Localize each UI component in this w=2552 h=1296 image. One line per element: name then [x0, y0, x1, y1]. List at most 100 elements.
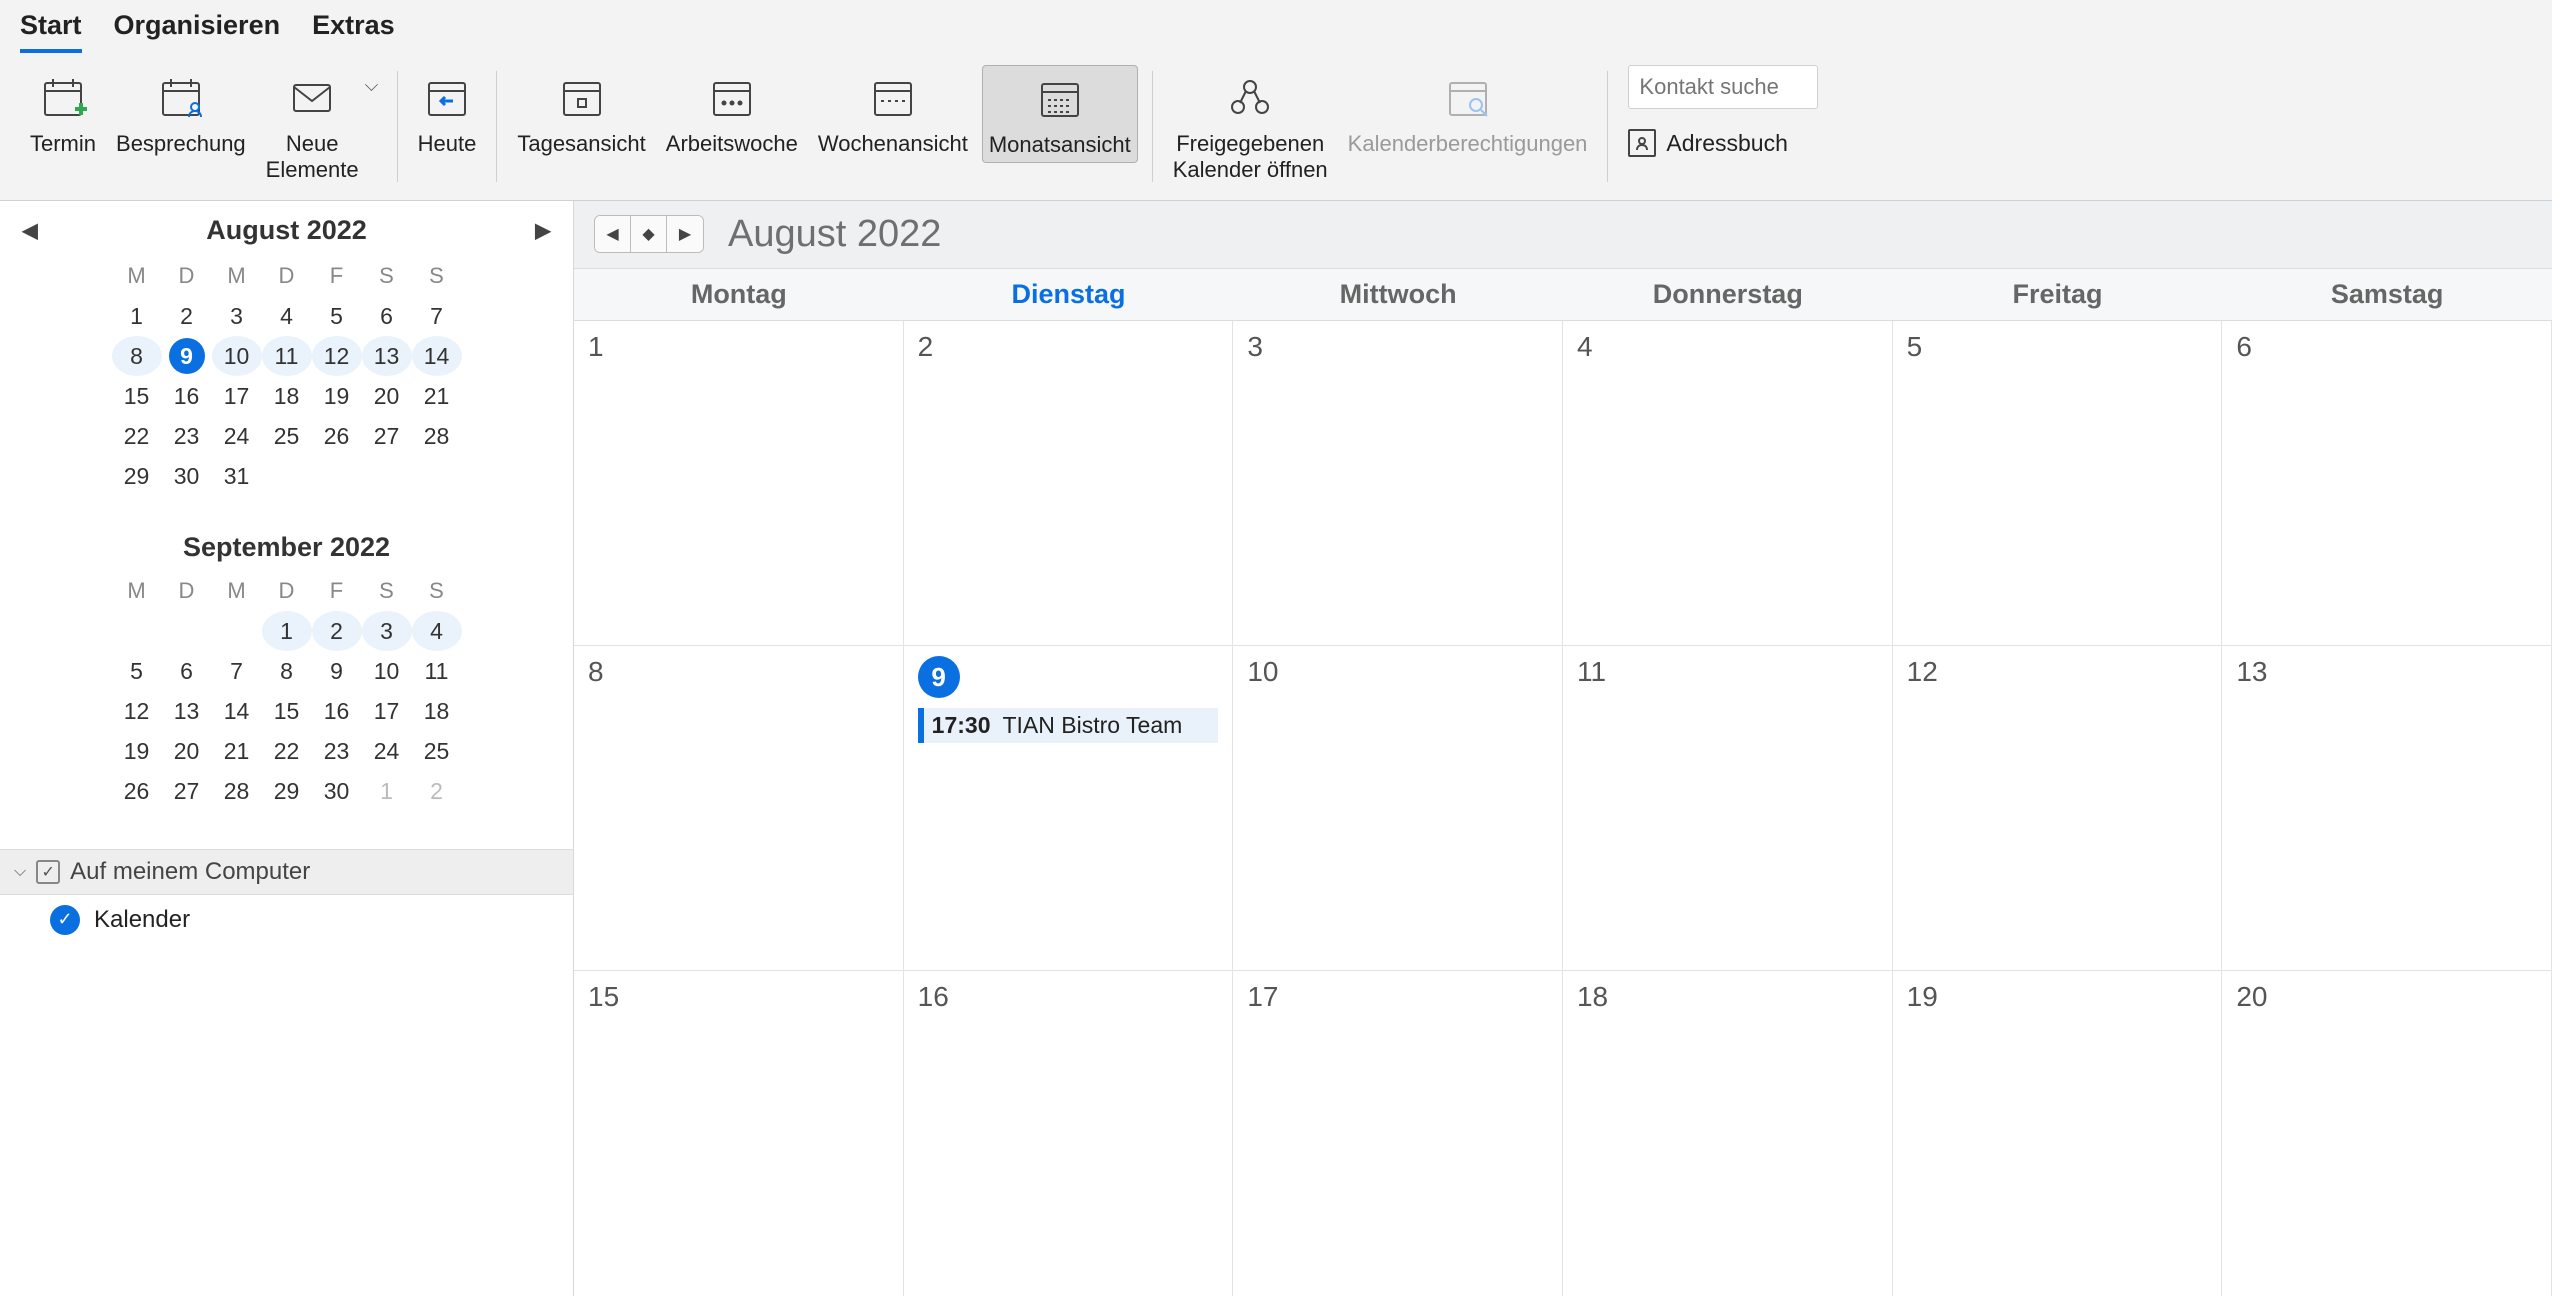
mini-day[interactable]: 17 — [362, 691, 412, 731]
month-cell[interactable]: 13 — [2222, 646, 2552, 971]
termin-button[interactable]: Termin — [24, 65, 102, 161]
mini-day[interactable]: 31 — [212, 456, 262, 496]
mini-day[interactable]: 26 — [112, 771, 162, 811]
mini-day[interactable]: 16 — [312, 691, 362, 731]
mini-day[interactable]: 25 — [262, 416, 312, 456]
nav-next-button[interactable]: ▶ — [667, 216, 703, 252]
mini-day[interactable]: 20 — [162, 731, 212, 771]
freigegebenen-button[interactable]: Freigegebenen Kalender öffnen — [1167, 65, 1334, 188]
mini-day[interactable]: 4 — [262, 296, 312, 336]
mini-day[interactable]: 29 — [112, 456, 162, 496]
mini-day[interactable]: 10 — [362, 651, 412, 691]
month-cell[interactable]: 917:30TIAN Bistro Team — [904, 646, 1234, 971]
mini-day[interactable]: 23 — [312, 731, 362, 771]
month-cell[interactable]: 19 — [1893, 971, 2223, 1296]
mini-day-other[interactable]: 2 — [412, 771, 462, 811]
mini-day[interactable]: 6 — [162, 651, 212, 691]
mini-day[interactable]: 10 — [212, 336, 262, 376]
mini-day[interactable]: 16 — [162, 376, 212, 416]
mini-day[interactable]: 1 — [262, 611, 312, 651]
tab-extras[interactable]: Extras — [312, 10, 395, 53]
month-cell[interactable]: 17 — [1233, 971, 1563, 1296]
tab-start[interactable]: Start — [20, 10, 82, 53]
monatsansicht-button[interactable]: Monatsansicht — [982, 65, 1138, 163]
month-cell[interactable]: 18 — [1563, 971, 1893, 1296]
tab-organisieren[interactable]: Organisieren — [114, 10, 281, 53]
heute-button[interactable]: Heute — [412, 65, 483, 161]
mini-day[interactable]: 30 — [162, 456, 212, 496]
nav-today-button[interactable]: ◆ — [631, 216, 667, 252]
calendar-event[interactable]: 17:30TIAN Bistro Team — [918, 708, 1219, 743]
mini-day[interactable]: 22 — [112, 416, 162, 456]
mini-day[interactable]: 21 — [412, 376, 462, 416]
mini-day[interactable]: 4 — [412, 611, 462, 651]
mini-day[interactable]: 21 — [212, 731, 262, 771]
mini-day[interactable]: 3 — [362, 611, 412, 651]
mini-day[interactable]: 24 — [212, 416, 262, 456]
contact-search-input[interactable] — [1628, 65, 1818, 109]
arbeitswoche-button[interactable]: Arbeitswoche — [660, 65, 804, 161]
month-cell[interactable]: 1 — [574, 321, 904, 646]
nav-prev-button[interactable]: ◀ — [595, 216, 631, 252]
mini-day[interactable]: 30 — [312, 771, 362, 811]
mini-day[interactable]: 15 — [112, 376, 162, 416]
mini-day[interactable]: 18 — [262, 376, 312, 416]
mini-next-button[interactable]: ▶ — [531, 218, 555, 243]
mini-day[interactable]: 17 — [212, 376, 262, 416]
mini-day[interactable]: 7 — [212, 651, 262, 691]
tagesansicht-button[interactable]: Tagesansicht — [511, 65, 651, 161]
mini-day[interactable]: 8 — [112, 336, 162, 376]
sidebar-section-computer[interactable]: ⌵ ✓ Auf meinem Computer — [0, 849, 573, 895]
mini-day[interactable]: 2 — [312, 611, 362, 651]
mini-day[interactable]: 26 — [312, 416, 362, 456]
sidebar-calendar-item[interactable]: ✓ Kalender — [0, 895, 573, 945]
month-cell[interactable]: 15 — [574, 971, 904, 1296]
mini-day[interactable]: 25 — [412, 731, 462, 771]
mini-day[interactable]: 28 — [412, 416, 462, 456]
mini-day[interactable]: 9 — [169, 338, 205, 374]
month-cell[interactable]: 16 — [904, 971, 1234, 1296]
mini-day[interactable]: 18 — [412, 691, 462, 731]
mini-day[interactable]: 19 — [112, 731, 162, 771]
month-cell[interactable]: 6 — [2222, 321, 2552, 646]
month-cell[interactable]: 4 — [1563, 321, 1893, 646]
adressbuch-button[interactable]: Adressbuch — [1628, 129, 1818, 157]
month-cell[interactable]: 10 — [1233, 646, 1563, 971]
month-cell[interactable]: 5 — [1893, 321, 2223, 646]
mini-day[interactable]: 27 — [362, 416, 412, 456]
mini-day[interactable]: 20 — [362, 376, 412, 416]
month-cell[interactable]: 12 — [1893, 646, 2223, 971]
section-checkbox[interactable]: ✓ — [36, 860, 60, 884]
month-cell[interactable]: 11 — [1563, 646, 1893, 971]
mini-day[interactable]: 5 — [112, 651, 162, 691]
mini-day[interactable]: 9 — [312, 651, 362, 691]
mini-day[interactable]: 11 — [262, 336, 312, 376]
month-cell[interactable]: 2 — [904, 321, 1234, 646]
mini-day[interactable]: 6 — [362, 296, 412, 336]
month-cell[interactable]: 3 — [1233, 321, 1563, 646]
month-cell[interactable]: 8 — [574, 646, 904, 971]
mini-day[interactable]: 15 — [262, 691, 312, 731]
mini-day[interactable]: 1 — [112, 296, 162, 336]
mini-prev-button[interactable]: ◀ — [18, 218, 42, 243]
mini-day[interactable]: 3 — [212, 296, 262, 336]
mini-day[interactable]: 28 — [212, 771, 262, 811]
mini-day[interactable]: 27 — [162, 771, 212, 811]
mini-day[interactable]: 12 — [312, 336, 362, 376]
mini-day[interactable]: 24 — [362, 731, 412, 771]
mini-day-other[interactable]: 1 — [362, 771, 412, 811]
neue-elemente-button[interactable]: Neue Elemente — [260, 65, 365, 188]
besprechung-button[interactable]: Besprechung — [110, 65, 252, 161]
mini-day[interactable]: 12 — [112, 691, 162, 731]
mini-day[interactable]: 14 — [212, 691, 262, 731]
wochenansicht-button[interactable]: Wochenansicht — [812, 65, 974, 161]
mini-day[interactable]: 7 — [412, 296, 462, 336]
mini-day[interactable]: 19 — [312, 376, 362, 416]
mini-day[interactable]: 29 — [262, 771, 312, 811]
mini-day[interactable]: 23 — [162, 416, 212, 456]
mini-day[interactable]: 5 — [312, 296, 362, 336]
mini-day[interactable]: 14 — [412, 336, 462, 376]
kalenderberechtigungen-button[interactable]: Kalenderberechtigungen — [1342, 65, 1594, 161]
mini-day[interactable]: 13 — [162, 691, 212, 731]
mini-day[interactable]: 11 — [412, 651, 462, 691]
